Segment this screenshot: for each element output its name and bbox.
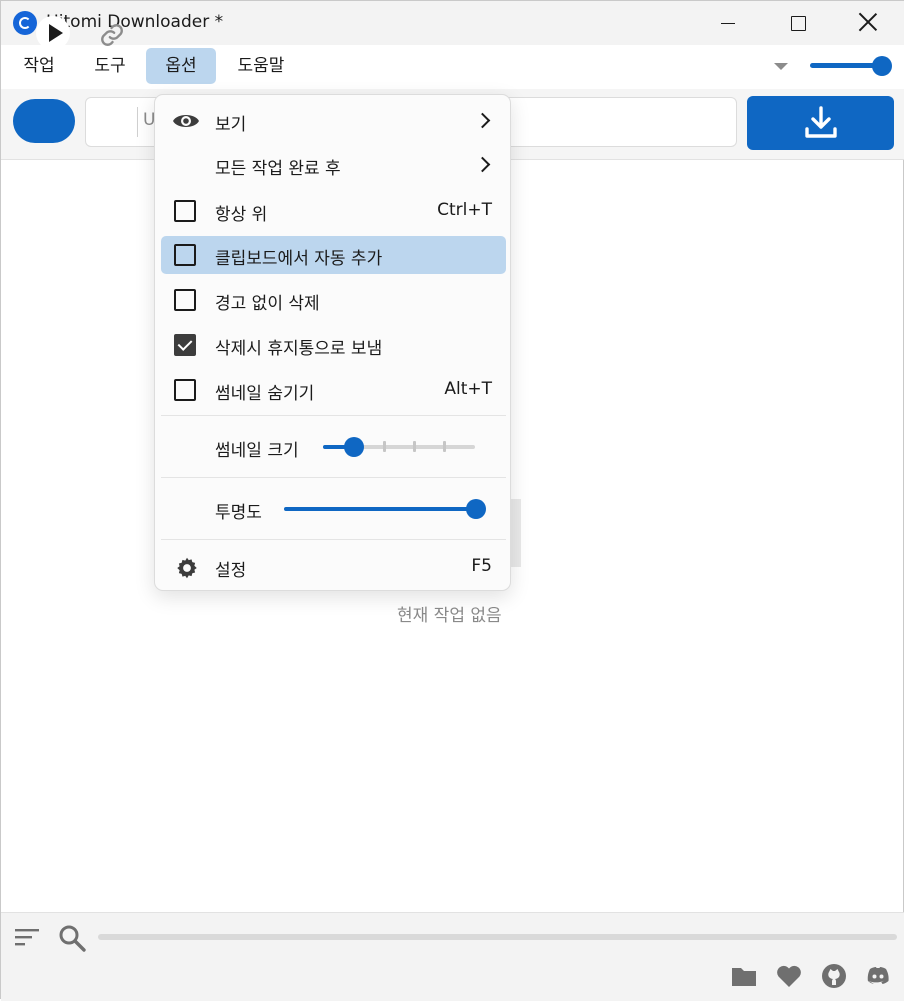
github-icon[interactable] — [820, 962, 848, 990]
menu-item-send-to-trash-label: 삭제시 휴지통으로 보냄 — [215, 339, 383, 359]
heart-icon[interactable] — [775, 962, 803, 990]
empty-state-text: 현재 작업 없음 — [397, 606, 502, 626]
checkbox[interactable] — [174, 379, 196, 401]
download-icon — [805, 106, 837, 138]
menu-item-delete-without-warning-label: 경고 없이 삭제 — [215, 294, 320, 314]
search-filter-bar[interactable] — [98, 934, 897, 940]
close-button[interactable] — [833, 1, 903, 45]
thumbnail-size-slider-thumb[interactable] — [344, 437, 364, 457]
minimize-button[interactable] — [693, 1, 763, 45]
menu-options[interactable]: 옵션 — [146, 48, 216, 84]
menu-tools[interactable]: 도구 — [84, 48, 136, 84]
menu-item-after-all-tasks-label: 모든 작업 완료 후 — [215, 159, 341, 179]
gear-icon — [177, 557, 197, 579]
close-icon — [858, 12, 878, 32]
chevron-right-icon — [474, 112, 491, 129]
menu-item-view-label: 보기 — [215, 115, 247, 135]
maximize-icon — [791, 16, 806, 31]
checkbox[interactable] — [174, 289, 196, 311]
menu-item-view[interactable]: 보기 — [161, 102, 506, 140]
url-separator — [137, 107, 138, 137]
window-opacity-slider-thumb[interactable] — [872, 56, 892, 76]
minimize-icon — [721, 23, 735, 24]
bottom-bar — [1, 912, 904, 1001]
window-title: Hitomi Downloader * — [46, 12, 224, 32]
title-bar: Hitomi Downloader * — [1, 1, 904, 45]
checkbox[interactable] — [174, 200, 196, 222]
menu-divider — [161, 415, 506, 416]
play-icon — [49, 24, 63, 42]
menu-item-delete-without-warning[interactable]: 경고 없이 삭제 — [161, 281, 506, 319]
slider-tick — [413, 441, 416, 452]
checkbox-checked[interactable] — [174, 334, 196, 356]
opacity-slider-thumb[interactable] — [466, 499, 486, 519]
menu-item-settings-label: 설정 — [215, 561, 247, 581]
app-window: Hitomi Downloader * 작업 도구 옵션 도움말 U 현재 작업… — [0, 0, 904, 1001]
menu-item-after-all-tasks[interactable]: 모든 작업 완료 후 — [161, 146, 506, 184]
menu-divider — [161, 539, 506, 540]
link-icon — [101, 24, 123, 46]
menu-item-settings[interactable]: 설정 F5 — [161, 548, 506, 586]
slider-tick — [443, 441, 446, 452]
sort-icon[interactable] — [14, 926, 40, 948]
shortcut-label: Ctrl+T — [437, 200, 492, 220]
menu-item-hide-thumbnails[interactable]: 썸네일 숨기기 Alt+T — [161, 371, 506, 409]
chevron-right-icon — [474, 156, 491, 173]
menu-help[interactable]: 도움말 — [229, 48, 293, 84]
dropdown-arrow-icon[interactable] — [774, 63, 788, 70]
app-logo-icon — [13, 11, 37, 35]
menu-item-always-on-top[interactable]: 항상 위 Ctrl+T — [161, 192, 506, 230]
menu-item-clipboard-auto-add-label: 클립보드에서 자동 추가 — [215, 249, 383, 269]
search-icon[interactable] — [57, 923, 87, 953]
menu-bar: 작업 도구 옵션 도움말 — [1, 45, 904, 89]
opacity-label: 투명도 — [215, 503, 262, 523]
shortcut-label: Alt+T — [444, 379, 492, 399]
run-toggle[interactable] — [13, 99, 75, 143]
shortcut-label: F5 — [471, 556, 492, 576]
slider-tick — [383, 441, 386, 452]
maximize-button[interactable] — [763, 1, 833, 45]
menu-task[interactable]: 작업 — [13, 48, 65, 84]
menu-item-send-to-trash[interactable]: 삭제시 휴지통으로 보냄 — [161, 326, 506, 364]
menu-item-hide-thumbnails-label: 썸네일 숨기기 — [215, 384, 315, 404]
checkbox[interactable] — [174, 244, 196, 266]
discord-icon[interactable] — [864, 962, 892, 990]
options-menu: 보기 모든 작업 완료 후 항상 위 Ctrl+T 클립보드에서 자동 추가 경… — [154, 94, 511, 591]
opacity-slider[interactable] — [284, 507, 474, 511]
menu-divider — [161, 477, 506, 478]
menu-item-always-on-top-label: 항상 위 — [215, 205, 268, 225]
eye-icon — [173, 115, 199, 127]
menu-item-clipboard-auto-add[interactable]: 클립보드에서 자동 추가 — [161, 236, 506, 274]
thumbnail-size-label: 썸네일 크기 — [215, 441, 299, 461]
folder-icon[interactable] — [730, 962, 758, 990]
